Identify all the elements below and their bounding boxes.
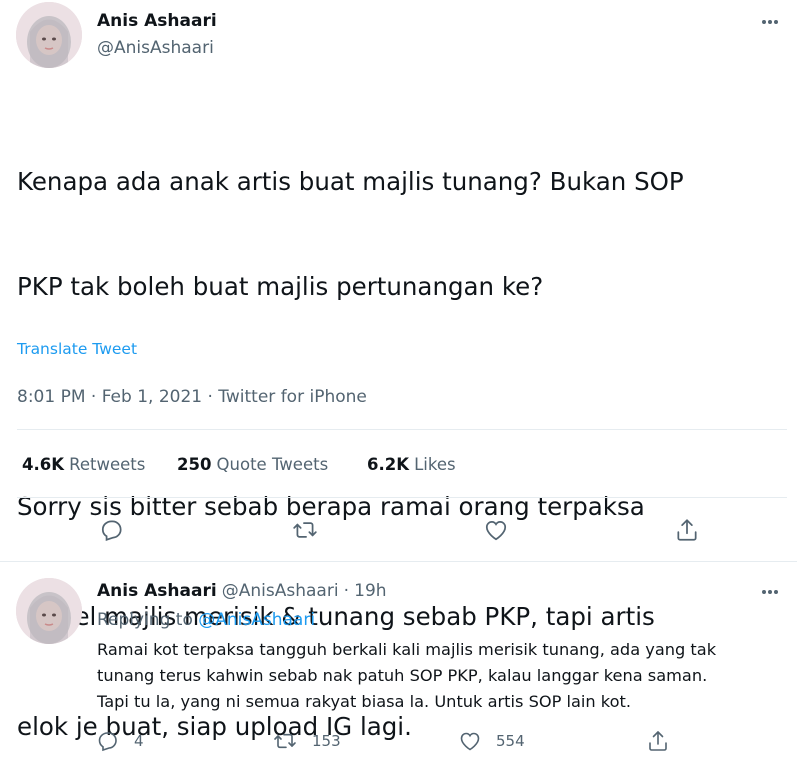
reply-text-line: Tapi tu la, yang ni semua rakyat biasa l…: [97, 692, 632, 711]
retweets-label: Retweets: [69, 455, 146, 474]
retweet-icon: [274, 733, 296, 749]
replying-to-handle[interactable]: @AnisAshaari: [198, 610, 315, 630]
quote-tweets-stat[interactable]: 250 Quote Tweets: [177, 455, 328, 474]
reply-text-line: tunang terus kahwin sebab nak patuh SOP …: [97, 666, 708, 685]
like-count: 554: [496, 732, 525, 750]
likes-count: 6.2K: [367, 455, 410, 474]
like-icon[interactable]: [481, 515, 511, 545]
reply-author-avatar[interactable]: [16, 578, 82, 644]
quote-tweets-count: 250: [177, 455, 212, 474]
retweets-stat[interactable]: 4.6K Retweets: [22, 455, 145, 474]
share-icon: [649, 731, 667, 751]
likes-stat[interactable]: 6.2K Likes: [367, 455, 456, 474]
reply-author-name[interactable]: Anis Ashaari: [97, 581, 217, 601]
divider: [17, 429, 787, 430]
translate-tweet-link[interactable]: Translate Tweet: [17, 340, 137, 358]
tweet-text-line: PKP tak boleh buat majlis pertunangan ke…: [17, 272, 544, 301]
divider: [0, 561, 797, 562]
reply-retweet-button[interactable]: 153: [272, 729, 341, 753]
retweets-count: 4.6K: [22, 455, 65, 474]
reply-reply-button[interactable]: 4: [96, 729, 144, 753]
author-handle[interactable]: @AnisAshaari: [97, 38, 214, 58]
tweet-text-line: Kenapa ada anak artis buat majlis tunang…: [17, 167, 684, 196]
quote-tweets-label: Quote Tweets: [216, 455, 329, 474]
more-options-icon[interactable]: [755, 12, 785, 32]
reply-header: Anis Ashaari @AnisAshaari · 19h: [97, 581, 387, 601]
reply-author-handle[interactable]: @AnisAshaari: [222, 581, 339, 601]
divider: [17, 497, 787, 498]
reply-icon[interactable]: [97, 515, 127, 545]
reply-separator: ·: [343, 581, 350, 601]
reply-icon: [98, 732, 117, 752]
reply-text: Ramai kot terpaksa tangguh berkali kali …: [97, 637, 787, 715]
share-icon[interactable]: [672, 515, 702, 545]
retweet-icon[interactable]: [290, 515, 320, 545]
replying-to: Replying to @AnisAshaari: [97, 610, 315, 630]
author-name[interactable]: Anis Ashaari: [97, 11, 217, 31]
reply-count: 4: [134, 732, 144, 750]
reply-text-line: Ramai kot terpaksa tangguh berkali kali …: [97, 640, 717, 659]
replying-to-prefix: Replying to: [97, 610, 193, 630]
retweet-count: 153: [312, 732, 341, 750]
reply-time[interactable]: 19h: [354, 581, 386, 601]
author-avatar[interactable]: [16, 2, 82, 68]
like-icon: [460, 732, 480, 751]
reply-like-button[interactable]: 554: [458, 729, 525, 753]
likes-label: Likes: [414, 455, 456, 474]
tweet-timestamp[interactable]: 8:01 PM · Feb 1, 2021 · Twitter for iPho…: [17, 387, 367, 407]
reply-more-options-icon[interactable]: [755, 582, 785, 602]
reply-share-button[interactable]: [646, 729, 670, 753]
